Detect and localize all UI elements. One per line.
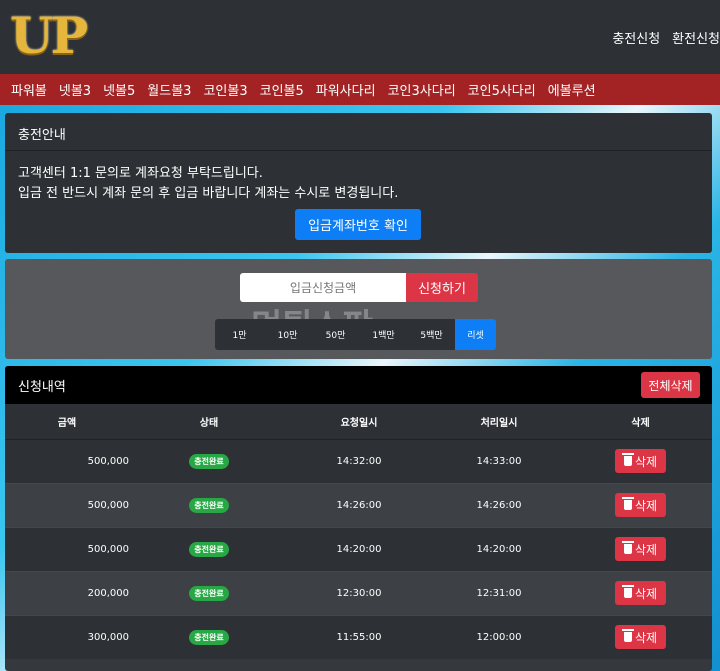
apply-button[interactable]: 신청하기 [406, 273, 478, 302]
row-delete-label: 삭제 [634, 498, 658, 513]
col-amount: 금액 [5, 404, 129, 440]
nav-item[interactable]: 파워사다리 [316, 80, 376, 99]
history-header: 신청내역 전체삭제 [5, 366, 712, 404]
site-logo[interactable]: UP [10, 8, 88, 64]
row-requested: 14:26:00 [289, 482, 429, 527]
notice-body: 고객센터 1:1 문의로 계좌요청 부탁드립니다. 입금 전 반드시 계좌 문의… [5, 151, 712, 204]
table-row: 500,000 충전완료 14:20:00 14:20:00 삭제 [5, 526, 712, 571]
row-delete-button[interactable]: 삭제 [615, 537, 666, 561]
row-delete-button[interactable]: 삭제 [615, 625, 666, 650]
row-amount: 500,000 [5, 482, 129, 527]
notice-line: 입금 전 반드시 계좌 문의 후 입금 바랍니다 계좌는 수시로 변경됩니다. [18, 186, 399, 201]
row-status-cell: 충전완료 [129, 570, 289, 615]
delete-all-button[interactable]: 전체삭제 [641, 372, 700, 398]
quick-amount-group: 1만 10만 50만 1백만 5백만 리셋 [215, 319, 496, 350]
row-amount: 200,000 [5, 570, 129, 615]
history-title: 신청내역 [18, 380, 66, 395]
top-links: 충전신청 환전신청 [612, 28, 720, 47]
quick-amount-button[interactable]: 1백만 [359, 319, 408, 350]
table-row: 200,000 충전완료 12:30:00 12:31:00 삭제 [5, 570, 712, 615]
row-delete-button[interactable]: 삭제 [615, 581, 666, 605]
row-status-cell: 충전완료 [129, 614, 289, 659]
trash-icon [621, 585, 634, 598]
row-processed: 14:33:00 [429, 438, 569, 483]
deposit-form-panel: 신청하기 먹튀스팟 1만 10만 50만 1백만 5백만 리셋 [5, 259, 712, 359]
row-requested: 14:32:00 [289, 438, 429, 483]
check-account-button[interactable]: 입금계좌번호 확인 [295, 209, 421, 240]
top-link-deposit[interactable]: 충전신청 [612, 28, 660, 47]
row-status-cell: 충전완료 [129, 438, 289, 483]
nav-item[interactable]: 파워볼 [11, 80, 47, 99]
nav-item[interactable]: 코인3사다리 [388, 80, 456, 99]
status-badge: 충전완료 [189, 629, 229, 645]
row-delete-cell: 삭제 [569, 614, 712, 659]
nav-item[interactable]: 코인볼5 [260, 80, 304, 99]
row-delete-cell: 삭제 [569, 570, 712, 615]
status-badge: 충전완료 [189, 541, 229, 557]
row-delete-label: 삭제 [634, 586, 658, 601]
row-delete-cell: 삭제 [569, 482, 712, 527]
nav-item[interactable]: 월드볼3 [147, 80, 191, 99]
col-processed: 처리일시 [429, 404, 569, 440]
table-row: 500,000 충전완료 14:32:00 14:33:00 삭제 [5, 438, 712, 483]
row-status-cell: 충전완료 [129, 482, 289, 527]
trash-icon [621, 453, 634, 466]
row-requested: 11:55:00 [289, 614, 429, 659]
trash-icon [621, 497, 634, 510]
row-delete-button[interactable]: 삭제 [615, 493, 666, 517]
history-panel: 신청내역 전체삭제 금액 상태 요청일시 처리일시 삭제 500,000 충전완료… [5, 366, 712, 671]
row-requested: 12:30:00 [289, 570, 429, 615]
deposit-notice-panel: 충전안내 고객센터 1:1 문의로 계좌요청 부탁드립니다. 입금 전 반드시 … [5, 113, 712, 253]
nav-item[interactable]: 넷볼3 [59, 80, 91, 99]
row-delete-label: 삭제 [634, 630, 658, 645]
table-row: 500,000 충전완료 14:26:00 14:26:00 삭제 [5, 482, 712, 527]
col-status: 상태 [129, 404, 289, 440]
status-badge: 충전완료 [189, 497, 229, 513]
nav-item[interactable]: 넷볼5 [103, 80, 135, 99]
status-badge: 충전완료 [189, 585, 229, 601]
quick-amount-button[interactable]: 1만 [215, 319, 264, 350]
col-requested: 요청일시 [289, 404, 429, 440]
nav-item[interactable]: 에볼루션 [548, 80, 596, 99]
nav-item[interactable]: 코인볼3 [203, 80, 247, 99]
row-processed: 12:31:00 [429, 570, 569, 615]
notice-title: 충전안내 [5, 113, 712, 151]
game-nav: 파워볼 넷볼3 넷볼5 월드볼3 코인볼3 코인볼5 파워사다리 코인3사다리 … [0, 74, 720, 105]
row-processed: 14:26:00 [429, 482, 569, 527]
row-requested: 14:20:00 [289, 526, 429, 571]
site-header: UP 충전신청 환전신청 [0, 0, 720, 74]
row-delete-label: 삭제 [634, 454, 658, 469]
row-amount: 300,000 [5, 614, 129, 659]
amount-input[interactable] [240, 273, 406, 302]
row-processed: 14:20:00 [429, 526, 569, 571]
row-delete-cell: 삭제 [569, 526, 712, 571]
row-amount: 500,000 [5, 438, 129, 483]
quick-amount-button[interactable]: 10만 [263, 319, 312, 350]
table-row: 300,000 충전완료 11:55:00 12:00:00 삭제 [5, 614, 712, 659]
row-amount: 500,000 [5, 526, 129, 571]
row-delete-cell: 삭제 [569, 438, 712, 483]
quick-amount-button[interactable]: 50만 [311, 319, 360, 350]
row-processed: 12:00:00 [429, 614, 569, 659]
row-delete-button[interactable]: 삭제 [615, 449, 666, 473]
nav-item[interactable]: 코인5사다리 [468, 80, 536, 99]
trash-icon [621, 629, 634, 643]
trash-icon [621, 541, 634, 554]
row-status-cell: 충전완료 [129, 526, 289, 571]
reset-button[interactable]: 리셋 [455, 319, 496, 350]
notice-line: 고객센터 1:1 문의로 계좌요청 부탁드립니다. [18, 166, 263, 181]
top-link-withdraw[interactable]: 환전신청 [672, 28, 720, 47]
row-delete-label: 삭제 [634, 542, 658, 557]
quick-amount-button[interactable]: 5백만 [407, 319, 456, 350]
col-delete: 삭제 [569, 404, 712, 440]
status-badge: 충전완료 [189, 453, 229, 469]
history-table: 금액 상태 요청일시 처리일시 삭제 500,000 충전완료 14:32:00 14… [5, 404, 712, 659]
